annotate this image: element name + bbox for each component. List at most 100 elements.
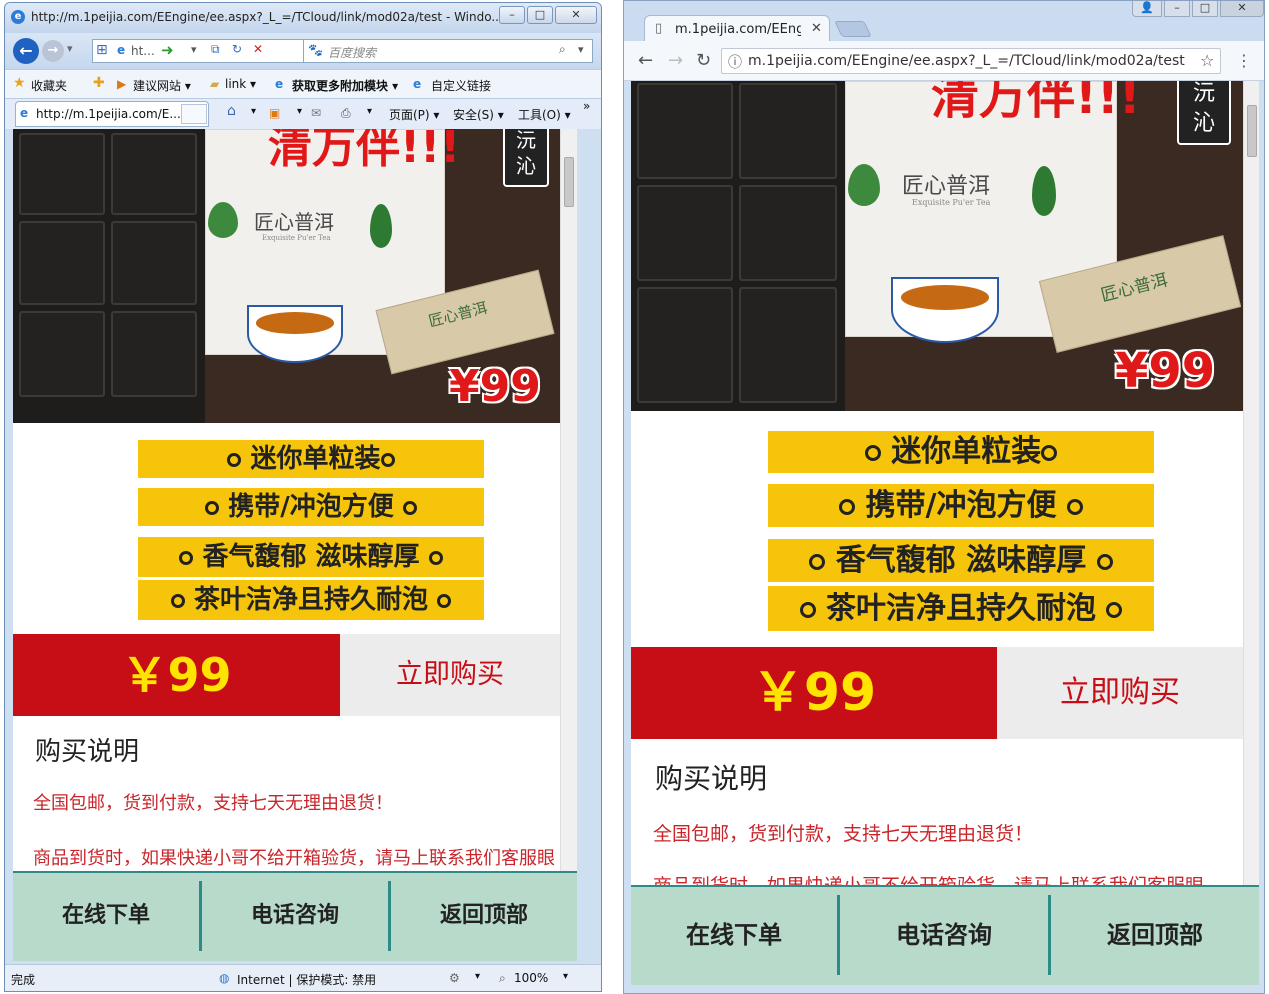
ie-nav-bar: ← → ▾ ⊞ e ht... ➜ ▾ ⧉ ↻ ✕ 🐾 百度搜索 ⌕ ▾	[5, 33, 601, 69]
add-favorite-icon[interactable]: ✚	[93, 75, 105, 91]
omnibox-url[interactable]: m.1peijia.com/EEngine/ee.aspx?_L_=/TClou…	[748, 53, 1185, 69]
order-online-button[interactable]: 在线下单	[631, 887, 837, 985]
zoom-icon[interactable]: ⌕	[499, 971, 506, 986]
brand-seal-icon	[1032, 166, 1056, 216]
buy-now-button[interactable]: 立即购买	[997, 647, 1243, 739]
reload-icon[interactable]: ↻	[696, 50, 711, 71]
ie-tab-title[interactable]: http://m.1peijia.com/E...	[36, 107, 181, 121]
feature-text: 香气馥郁 滋味醇厚	[202, 542, 420, 572]
close-button[interactable]: ✕	[555, 6, 597, 24]
go-icon[interactable]: ➜	[161, 41, 174, 59]
address-dropdown-icon[interactable]: ▾	[191, 43, 197, 56]
back-icon[interactable]: ←	[13, 38, 39, 64]
fav-item-link[interactable]: link ▾	[225, 77, 256, 91]
buy-price: ￥99	[13, 634, 340, 716]
safety-menu[interactable]: 安全(S) ▾	[453, 106, 504, 123]
tea-brick	[631, 81, 845, 411]
forward-icon[interactable]: →	[668, 50, 683, 71]
hero-image: 匠心普洱 Exquisite Pu'er Tea 清万伴!!! 沅沁 匠心普洱 …	[631, 81, 1243, 411]
maximize-button[interactable]: □	[1192, 1, 1218, 17]
page-menu[interactable]: 页面(P) ▾	[389, 106, 439, 123]
zoom-dropdown-icon[interactable]: ▾	[563, 971, 568, 982]
feeds-dropdown-icon[interactable]: ▾	[297, 106, 302, 117]
tools-menu[interactable]: 工具(O) ▾	[518, 106, 571, 123]
minimize-button[interactable]: –	[499, 6, 525, 24]
page-icon: e	[20, 106, 29, 120]
forward-icon[interactable]: →	[42, 40, 64, 62]
minimize-button[interactable]: –	[1164, 1, 1190, 17]
ie-tab[interactable]: e http://m.1peijia.com/E...	[15, 101, 209, 127]
compat-icon[interactable]: ⊞	[96, 42, 108, 58]
page-viewport: 匠心普洱 Exquisite Pu'er Tea 清万伴!!! 沅沁 匠心普洱 …	[631, 81, 1243, 886]
ie-browser-window: e http://m.1peijia.com/EEngine/ee.aspx?_…	[4, 2, 602, 992]
chrome-tab[interactable]: ▯ m.1peijia.com/EEngine ✕	[644, 15, 830, 43]
address-text[interactable]: ht...	[131, 44, 155, 58]
info-title: 购买说明	[35, 737, 140, 767]
home-icon[interactable]: ⌂	[227, 103, 236, 119]
address-bar[interactable]: ⊞ e ht... ➜ ▾ ⧉ ↻ ✕	[92, 39, 310, 63]
hero-banner-text: 清万伴!!!	[268, 129, 461, 173]
page-icon: ▯	[655, 21, 663, 36]
protected-mode-icon[interactable]: ⚙	[449, 971, 460, 985]
compat-view-icon[interactable]: ⧉	[211, 42, 220, 57]
info-icon[interactable]: ⓘ	[728, 52, 742, 72]
order-online-button[interactable]: 在线下单	[13, 873, 199, 961]
omnibox[interactable]: ⓘ m.1peijia.com/EEngine/ee.aspx?_L_=/TCl…	[721, 48, 1221, 74]
print-dropdown-icon[interactable]: ▾	[367, 106, 372, 117]
pack-brand: 匠心普洱	[1099, 270, 1170, 307]
fav-item-suggested-sites[interactable]: 建议网站 ▾	[133, 77, 191, 94]
ie-title-bar: e http://m.1peijia.com/EEngine/ee.aspx?_…	[5, 3, 601, 33]
favorites-star-icon[interactable]: ★	[13, 75, 26, 91]
phone-consult-button[interactable]: 电话咨询	[840, 887, 1048, 985]
ie-logo-icon: e	[11, 10, 25, 24]
home-dropdown-icon[interactable]: ▾	[251, 106, 256, 117]
feature-badge: 携带/冲泡方便	[768, 484, 1154, 527]
back-to-top-button[interactable]: 返回顶部	[391, 873, 577, 961]
print-icon[interactable]: ⎙	[341, 106, 351, 121]
search-icon[interactable]: ⌕	[559, 42, 566, 57]
new-tab-button[interactable]	[181, 104, 207, 124]
scrollbar-thumb[interactable]	[564, 157, 574, 207]
tab-close-icon[interactable]: ✕	[811, 21, 822, 36]
tea-brick	[13, 129, 205, 423]
hero-seal: 沅沁	[503, 129, 549, 187]
zone-dropdown-icon[interactable]: ▾	[475, 971, 480, 982]
tea-cup	[891, 277, 999, 343]
feeds-icon[interactable]: ▣	[269, 106, 280, 120]
hero-price: ¥99	[1115, 343, 1216, 399]
stop-icon[interactable]: ✕	[253, 42, 263, 56]
favorites-button[interactable]: 收藏夹	[31, 77, 67, 94]
feature-badge: 迷你单粒装	[768, 431, 1154, 473]
feature-badge: 迷你单粒装	[138, 440, 484, 478]
vertical-scrollbar[interactable]	[560, 129, 577, 872]
phone-consult-button[interactable]: 电话咨询	[202, 873, 388, 961]
search-placeholder[interactable]: 百度搜索	[328, 44, 376, 61]
new-tab-button[interactable]	[834, 21, 872, 37]
close-button[interactable]: ✕	[1220, 1, 1264, 17]
back-icon[interactable]: ←	[638, 50, 653, 71]
menu-icon[interactable]: ⋮	[1236, 51, 1252, 70]
buy-now-button[interactable]: 立即购买	[340, 634, 560, 716]
maximize-button[interactable]: □	[527, 6, 553, 24]
command-bar: e http://m.1peijia.com/E... ⌂ ▾ ▣ ▾ ✉ ⎙ …	[5, 99, 601, 129]
search-options-icon[interactable]: ▾	[578, 43, 584, 56]
profile-icon[interactable]: 👤	[1132, 1, 1162, 17]
zoom-level[interactable]: 100%	[514, 971, 548, 985]
hero-price: ¥99	[449, 361, 541, 412]
fav-item-addons[interactable]: 获取更多附加模块 ▾	[292, 77, 398, 94]
scrollbar-thumb[interactable]	[1247, 105, 1257, 157]
bookmark-star-icon[interactable]: ☆	[1200, 51, 1214, 70]
leaf-logo-icon	[848, 164, 880, 206]
vertical-scrollbar[interactable]	[1243, 81, 1259, 886]
refresh-icon[interactable]: ↻	[232, 42, 242, 56]
search-box[interactable]: 🐾 百度搜索 ⌕ ▾	[303, 39, 593, 63]
fav-item-custom-links[interactable]: 自定义链接	[431, 77, 491, 94]
mail-icon[interactable]: ✉	[311, 106, 321, 120]
history-dropdown-icon[interactable]: ▾	[67, 42, 73, 55]
footer-bar: 在线下单 电话咨询 返回顶部	[631, 885, 1259, 985]
tea-cup	[247, 305, 343, 363]
feature-text: 茶叶洁净且持久耐泡	[193, 585, 428, 615]
back-to-top-button[interactable]: 返回顶部	[1051, 887, 1259, 985]
chrome-tab-title[interactable]: m.1peijia.com/EEngine	[675, 22, 801, 37]
more-commands-icon[interactable]: »	[583, 99, 590, 113]
